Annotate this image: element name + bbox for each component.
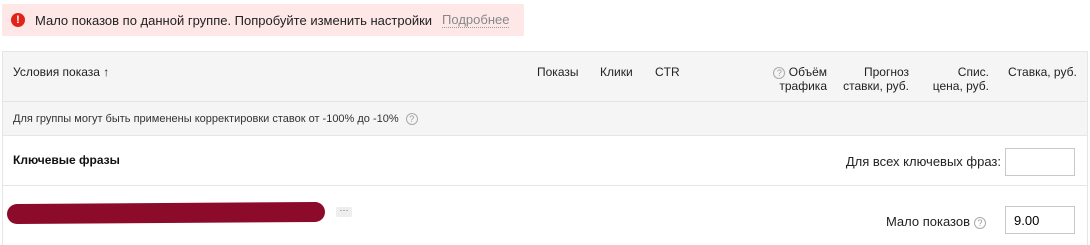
bid-adjustment-note: Для группы могут быть применены корректи… [3,102,1087,136]
exclamation-icon: ! [11,13,25,27]
help-icon[interactable]: ? [773,66,786,79]
status-low-shows: Мало показов? [886,214,986,229]
more-info-link[interactable]: Подробнее [442,12,510,28]
column-traffic: ? Объём трафика [769,65,827,93]
table-header: Условия показа ↑ Показы Клики CTR ? Объё… [3,52,1087,102]
more-actions-button[interactable]: ··· [336,206,352,217]
column-ctr: CTR [655,65,680,79]
table-row: ··· Мало показов? [3,186,1087,245]
column-conditions-sort[interactable]: Условия показа ↑ [13,65,109,79]
redacted-keyword [6,201,326,225]
alert-text: Мало показов по данной группе. Попробуйт… [35,12,433,28]
section-title: Ключевые фразы [13,153,120,167]
note-text: Для группы могут быть применены корректи… [13,113,399,125]
column-clicks: Клики [600,65,633,79]
help-icon[interactable]: ? [405,113,418,126]
phrases-table: Условия показа ↑ Показы Клики CTR ? Объё… [2,51,1088,245]
column-bid: Ставка, руб. [1008,65,1077,79]
column-writeoff-price: Спис. цена, руб. [932,65,989,93]
column-forecast: Прогноз ставки, руб. [843,65,909,93]
keywords-section-row: Ключевые фразы Для всех ключевых фраз: [3,136,1087,186]
all-phrases-bid-input[interactable] [1005,148,1075,176]
all-phrases-label: Для всех ключевых фраз: [845,154,1001,169]
help-icon[interactable]: ? [974,216,986,229]
bid-input[interactable] [1005,206,1075,234]
column-shows: Показы [537,65,579,79]
warning-alert: ! Мало показов по данной группе. Попробу… [2,4,524,36]
